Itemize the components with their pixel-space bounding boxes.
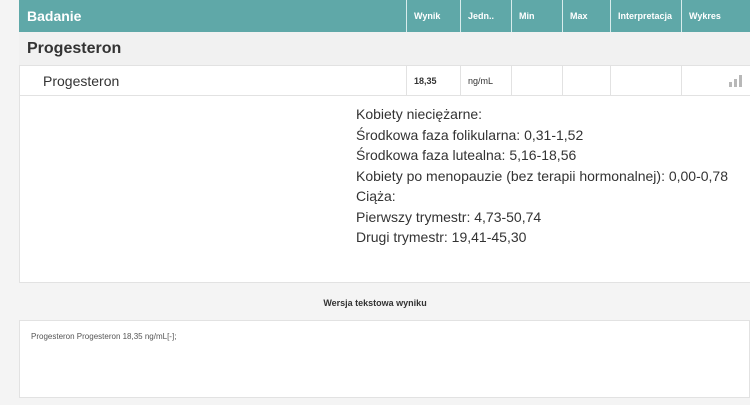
table-header: Badanie Wynik Jedn.. Min Max Interpretac… — [19, 0, 750, 32]
reference-line: Drugi trymestr: 19,41-45,30 — [356, 229, 527, 245]
header-badanie: Badanie — [19, 0, 407, 32]
table-row[interactable]: Progesteron 18,35 ng/mL — [19, 66, 750, 96]
reference-line: Środkowa faza folikularna: 0,31-1,52 — [356, 126, 584, 143]
row-chart-cell — [682, 66, 750, 95]
row-unit: ng/mL — [461, 66, 512, 95]
row-interpretation — [611, 66, 682, 95]
reference-line: Kobiety po menopauzie (bez terapii hormo… — [356, 167, 729, 184]
reference-text: Kobiety nieciężarne: Środkowa faza folik… — [356, 104, 731, 248]
row-max — [563, 66, 611, 95]
results-table: Badanie Wynik Jedn.. Min Max Interpretac… — [19, 0, 750, 283]
header-interpretacja: Interpretacja — [611, 0, 682, 32]
reference-line: Ciąża: — [356, 188, 396, 204]
header-min: Min — [512, 0, 563, 32]
row-min — [512, 66, 563, 95]
reference-line: Środkowa faza lutealna: 5,16-18,56 — [356, 147, 577, 163]
bar-chart-icon[interactable] — [729, 74, 742, 87]
text-version-content: Progesteron Progesteron 18,35 ng/mL[-]; — [31, 332, 177, 341]
group-title: Progesteron — [27, 39, 122, 57]
text-version-title: Wersja tekstowa wyniku — [323, 298, 427, 308]
reference-line: Kobiety nieciężarne: — [356, 106, 483, 122]
row-result: 18,35 — [407, 66, 461, 95]
page-frame: Badanie Wynik Jedn.. Min Max Interpretac… — [0, 0, 750, 405]
header-jedn: Jedn.. — [461, 0, 512, 32]
header-wynik: Wynik — [407, 0, 461, 32]
group-header: Progesteron — [19, 32, 750, 66]
reference-line: Pierwszy trymestr: 4,73-50,74 — [356, 208, 542, 225]
text-version-box[interactable]: Progesteron Progesteron 18,35 ng/mL[-]; — [19, 320, 750, 398]
reference-description: Kobiety nieciężarne: Środkowa faza folik… — [19, 96, 750, 283]
row-test-name: Progesteron — [20, 66, 407, 95]
header-max: Max — [563, 0, 611, 32]
header-wykres: Wykres — [689, 11, 721, 21]
